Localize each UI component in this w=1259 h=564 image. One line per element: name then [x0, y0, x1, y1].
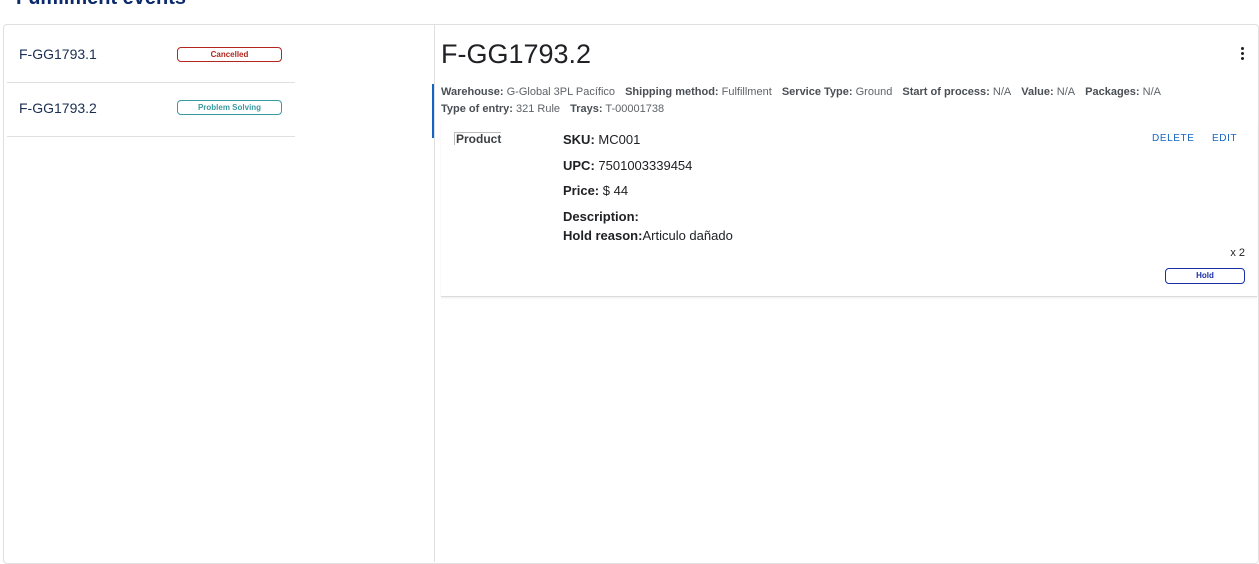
- start-value: N/A: [992, 86, 1012, 98]
- sku-value: MC001: [598, 132, 641, 147]
- sku-field: SKU: MC001: [563, 132, 640, 147]
- hold-reason-value: Articulo dañado: [642, 228, 733, 243]
- status-badge: Cancelled: [177, 47, 282, 62]
- service-value: Ground: [855, 86, 893, 98]
- shipping-label: Shipping method:: [625, 86, 719, 98]
- trays-label: Trays:: [570, 103, 603, 115]
- event-id: F-GG1793.1: [19, 46, 97, 62]
- price-label: Price:: [563, 183, 600, 198]
- list-item[interactable]: F-GG1793.2 Problem Solving: [7, 84, 295, 137]
- status-badge: Problem Solving: [177, 100, 282, 115]
- product-image: Product: [454, 132, 502, 146]
- packages-value: N/A: [1142, 86, 1161, 98]
- detail-title: F-GG1793.2: [441, 39, 592, 69]
- entry-label: Type of entry:: [441, 103, 513, 115]
- quantity: x 2: [1230, 247, 1245, 259]
- meta-line-2: Type of entry: 321 Rule Trays: T-0000173…: [441, 103, 664, 115]
- hold-status-badge: Hold: [1165, 268, 1245, 284]
- event-id: F-GG1793.2: [19, 100, 97, 116]
- entry-value: 321 Rule: [515, 103, 561, 115]
- upc-label: UPC:: [563, 158, 595, 173]
- delete-button[interactable]: DELETE: [1152, 133, 1195, 144]
- upc-value: 7501003339454: [598, 158, 693, 173]
- upc-field: UPC: 7501003339454: [563, 158, 692, 173]
- value-label: Value:: [1021, 86, 1054, 98]
- more-vert-icon[interactable]: [1238, 47, 1246, 63]
- service-label: Service Type:: [781, 86, 853, 98]
- trays-value: T-00001738: [605, 103, 665, 115]
- hold-reason-label: Hold reason:: [563, 228, 643, 243]
- warehouse-value: G-Global 3PL Pacífico: [506, 86, 616, 98]
- active-indicator: [432, 84, 434, 138]
- start-label: Start of process:: [902, 86, 990, 98]
- hold-reason-field: Hold reason:Articulo dañado: [563, 228, 733, 243]
- description-field: Description:: [563, 209, 639, 224]
- price-field: Price: $ 44: [563, 183, 628, 198]
- packages-label: Packages:: [1085, 86, 1140, 98]
- edit-button[interactable]: EDIT: [1212, 133, 1237, 144]
- description-label: Description:: [563, 209, 639, 224]
- price-value: $ 44: [602, 183, 629, 198]
- product-card: Product SKU: MC001 UPC: 7501003339454 Pr…: [441, 122, 1257, 297]
- meta-line-1: Warehouse: G-Global 3PL Pacífico Shippin…: [441, 86, 1161, 98]
- value-value: N/A: [1056, 86, 1076, 98]
- list-item[interactable]: F-GG1793.1 Cancelled: [7, 30, 295, 83]
- warehouse-label: Warehouse:: [441, 86, 504, 98]
- page-title: Fulfillment events: [16, 0, 186, 9]
- sku-label: SKU:: [563, 132, 595, 147]
- shipping-value: Fulfillment: [721, 86, 772, 98]
